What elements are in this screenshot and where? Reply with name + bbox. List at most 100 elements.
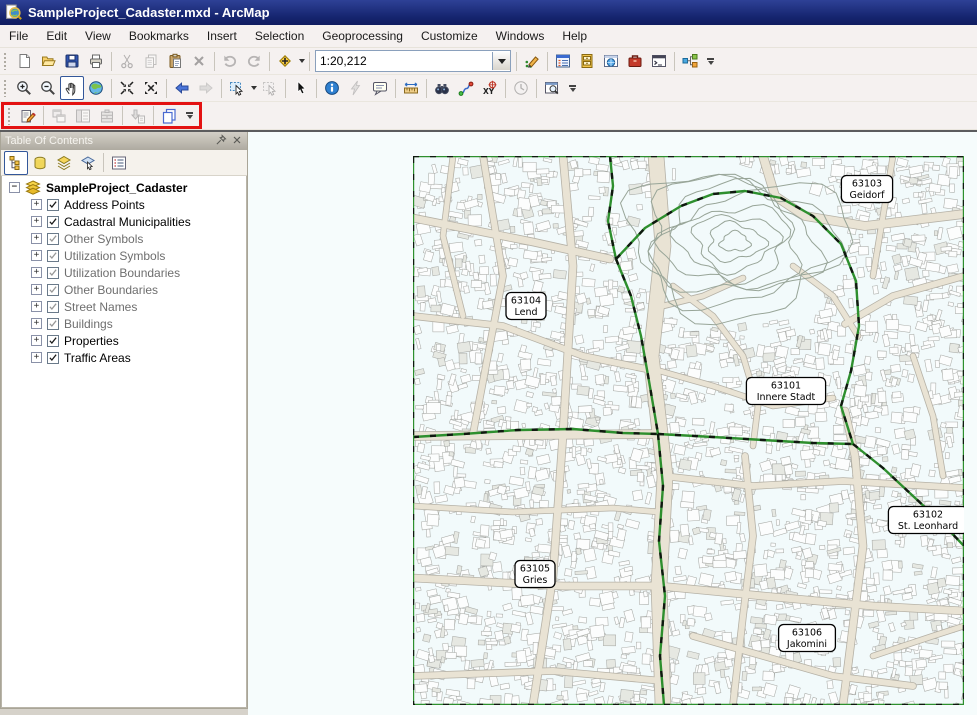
toc-dataframe-row[interactable]: − SampleProject_Cadaster: [2, 179, 246, 196]
collapse-icon[interactable]: −: [9, 182, 20, 193]
map-view[interactable]: 63101Innere Stadt63102St. Leonhard63103G…: [413, 156, 964, 705]
add-data-button[interactable]: [273, 49, 297, 73]
pan-button[interactable]: [60, 76, 84, 100]
search-window-button[interactable]: [599, 49, 623, 73]
map-scale-dropdown-icon[interactable]: [492, 52, 510, 70]
window-layout-button[interactable]: [47, 104, 71, 128]
expand-icon[interactable]: +: [31, 318, 42, 329]
paste-button[interactable]: [163, 49, 187, 73]
pin-icon[interactable]: [215, 134, 227, 149]
menu-geoprocessing[interactable]: Geoprocessing: [313, 26, 412, 46]
list-by-drawing-order-button[interactable]: [4, 151, 28, 175]
toolbar-overflow-button[interactable]: [566, 77, 579, 99]
zoom-out-button[interactable]: [36, 76, 60, 100]
toolbar-overflow-button[interactable]: [183, 105, 196, 127]
expand-icon[interactable]: +: [31, 335, 42, 346]
expand-icon[interactable]: +: [31, 216, 42, 227]
menu-help[interactable]: Help: [553, 26, 596, 46]
add-data-dropdown-icon[interactable]: [297, 50, 306, 72]
select-features-button[interactable]: [225, 76, 249, 100]
editor-toolbar-toggle-button[interactable]: [520, 49, 544, 73]
layer-row-street-names[interactable]: +Street Names: [2, 298, 246, 315]
layer-label[interactable]: Other Boundaries: [64, 283, 158, 297]
toolbar-grip[interactable]: [7, 107, 12, 125]
import-pages-button[interactable]: [126, 104, 150, 128]
new-document-button[interactable]: [12, 49, 36, 73]
copy-pages-button[interactable]: [157, 104, 181, 128]
layer-row-utilization-boundaries[interactable]: +Utilization Boundaries: [2, 264, 246, 281]
identify-button[interactable]: [320, 76, 344, 100]
redo-button[interactable]: [242, 49, 266, 73]
catalog-window-button[interactable]: [575, 49, 599, 73]
toolbar-grip[interactable]: [3, 52, 8, 70]
go-to-xy-button[interactable]: XY: [478, 76, 502, 100]
fixed-zoom-in-button[interactable]: [115, 76, 139, 100]
hyperlink-button[interactable]: [344, 76, 368, 100]
layer-visibility-checkbox[interactable]: [47, 284, 59, 296]
list-by-selection-button[interactable]: [76, 151, 100, 175]
layer-visibility-checkbox[interactable]: [47, 301, 59, 313]
layer-row-utilization-symbols[interactable]: + Utilization Symbols: [2, 247, 246, 264]
organizer-button[interactable]: [95, 104, 119, 128]
copy-button[interactable]: [139, 49, 163, 73]
list-panel-button[interactable]: [71, 104, 95, 128]
layer-label[interactable]: Street Names: [64, 300, 137, 314]
list-by-source-button[interactable]: [28, 151, 52, 175]
menu-edit[interactable]: Edit: [37, 26, 76, 46]
python-window-button[interactable]: [647, 49, 671, 73]
layer-row-buildings[interactable]: + Buildings: [2, 315, 246, 332]
open-document-button[interactable]: [36, 49, 60, 73]
edit-setup-button[interactable]: [16, 104, 40, 128]
layer-label[interactable]: Traffic Areas: [64, 351, 131, 365]
expand-icon[interactable]: +: [31, 267, 42, 278]
expand-icon[interactable]: +: [31, 199, 42, 210]
layer-row-cadastral-municipalities[interactable]: + Cadastral Municipalities: [2, 213, 246, 230]
measure-button[interactable]: [399, 76, 423, 100]
layer-visibility-checkbox[interactable]: [47, 335, 59, 347]
select-elements-button[interactable]: [289, 76, 313, 100]
layer-visibility-checkbox[interactable]: [47, 199, 59, 211]
expand-icon[interactable]: +: [31, 352, 42, 363]
layer-label[interactable]: Utilization Symbols: [64, 249, 165, 263]
layer-label[interactable]: Cadastral Municipalities: [64, 215, 191, 229]
menu-file[interactable]: File: [0, 26, 37, 46]
layer-row-other-boundaries[interactable]: +Other Boundaries: [2, 281, 246, 298]
toc-options-button[interactable]: [107, 151, 131, 175]
save-document-button[interactable]: [60, 49, 84, 73]
viewer-window-button[interactable]: [540, 76, 564, 100]
cut-button[interactable]: [115, 49, 139, 73]
table-of-contents-window-button[interactable]: [551, 49, 575, 73]
dataframe-label[interactable]: SampleProject_Cadaster: [46, 181, 187, 195]
layer-label[interactable]: Buildings: [64, 317, 113, 331]
html-popup-button[interactable]: [368, 76, 392, 100]
clear-selected-features-button[interactable]: [258, 76, 282, 100]
time-slider-button[interactable]: [509, 76, 533, 100]
modelbuilder-window-button[interactable]: [678, 49, 702, 73]
full-extent-button[interactable]: [84, 76, 108, 100]
undo-button[interactable]: [218, 49, 242, 73]
menu-insert[interactable]: Insert: [198, 26, 246, 46]
layer-visibility-checkbox[interactable]: [47, 216, 59, 228]
layer-label[interactable]: Other Symbols: [64, 232, 143, 246]
menu-bookmarks[interactable]: Bookmarks: [120, 26, 198, 46]
layer-row-address-points[interactable]: +Address Points: [2, 196, 246, 213]
list-by-visibility-button[interactable]: [52, 151, 76, 175]
menu-selection[interactable]: Selection: [246, 26, 313, 46]
select-features-dropdown-icon[interactable]: [249, 77, 258, 99]
menu-windows[interactable]: Windows: [487, 26, 554, 46]
map-scale-input[interactable]: [316, 53, 492, 69]
close-icon[interactable]: [231, 134, 243, 149]
find-route-button[interactable]: [454, 76, 478, 100]
toolbar-overflow-button[interactable]: [704, 50, 717, 72]
map-canvas[interactable]: 63101Innere Stadt63102St. Leonhard63103G…: [248, 132, 977, 715]
zoom-in-button[interactable]: [12, 76, 36, 100]
toolbar-grip[interactable]: [3, 79, 8, 97]
find-button[interactable]: [430, 76, 454, 100]
layer-visibility-checkbox[interactable]: [47, 352, 59, 364]
layer-row-properties[interactable]: +Properties: [2, 332, 246, 349]
layer-row-traffic-areas[interactable]: + Traffic Areas: [2, 349, 246, 366]
expand-icon[interactable]: +: [31, 250, 42, 261]
layer-visibility-checkbox[interactable]: [47, 233, 59, 245]
layer-visibility-checkbox[interactable]: [47, 267, 59, 279]
fixed-zoom-out-button[interactable]: [139, 76, 163, 100]
